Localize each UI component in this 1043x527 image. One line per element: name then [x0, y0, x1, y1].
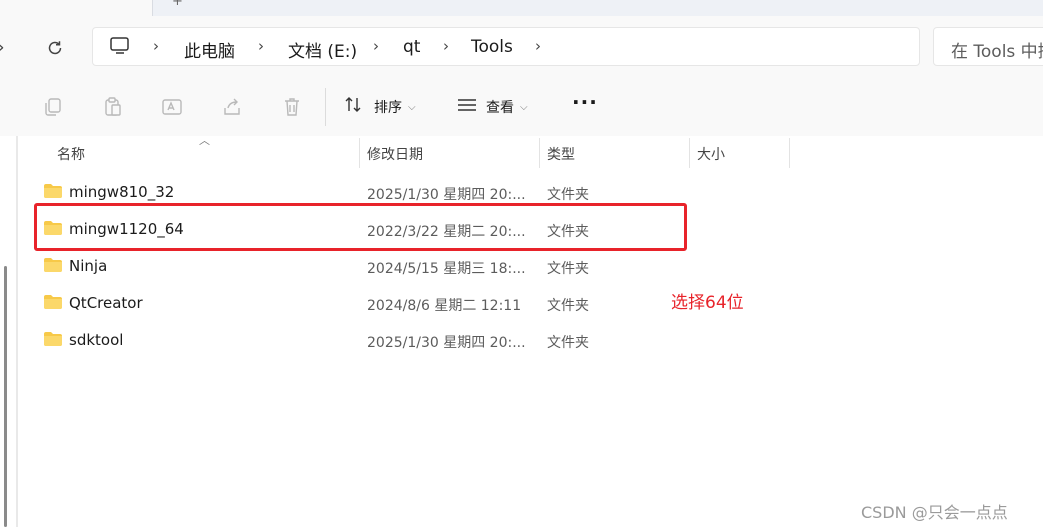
sort-label: 排序 — [374, 100, 402, 116]
chevron-right-icon[interactable]: › — [443, 37, 449, 55]
column-divider[interactable] — [539, 138, 540, 168]
chevron-right-icon[interactable]: › — [373, 37, 379, 55]
column-divider[interactable] — [359, 138, 360, 168]
chevron-down-icon: ⌵ — [520, 101, 528, 113]
tab-strip: + — [0, 0, 1043, 16]
file-modified: 2024/8/6 星期二 12:11 — [367, 298, 522, 314]
share-icon[interactable] — [221, 96, 243, 118]
file-modified: 2025/1/30 星期四 20:... — [367, 187, 526, 203]
breadcrumb-this-pc[interactable]: 此电脑 — [184, 37, 235, 62]
breadcrumb-qt[interactable]: qt — [403, 37, 420, 57]
folder-icon — [44, 332, 62, 346]
column-header-name[interactable]: 名称 — [57, 144, 85, 164]
view-icon — [456, 95, 478, 119]
file-type: 文件夹 — [547, 298, 589, 314]
column-header-modified[interactable]: 修改日期 — [367, 144, 423, 164]
file-name: mingw810_32 — [69, 183, 175, 201]
command-bar: 排序 ⌵ 查看 ⌵ ··· — [0, 78, 1043, 137]
active-tab[interactable] — [0, 0, 153, 16]
breadcrumb[interactable]: › 此电脑 › 文档 (E:) › qt › Tools › — [92, 27, 920, 66]
column-divider[interactable] — [789, 138, 790, 168]
folder-icon — [44, 258, 62, 272]
annotation-text: 选择64位 — [671, 293, 744, 313]
list-item[interactable]: Ninja 2024/5/15 星期三 18:... 文件夹 — [30, 248, 790, 285]
paste-icon[interactable] — [102, 96, 124, 118]
this-pc-icon[interactable] — [109, 36, 131, 61]
refresh-icon[interactable] — [45, 38, 65, 58]
file-type: 文件夹 — [547, 261, 589, 277]
file-type: 文件夹 — [547, 335, 589, 351]
chevron-down-icon: ⌵ — [408, 101, 416, 113]
navigation-pane-border — [16, 136, 18, 527]
sort-icon — [344, 95, 366, 119]
file-type: 文件夹 — [547, 187, 589, 203]
file-name: QtCreator — [69, 294, 143, 312]
more-options-icon[interactable]: ··· — [572, 90, 598, 114]
new-tab-icon[interactable]: + — [172, 0, 183, 9]
folder-icon — [44, 295, 62, 309]
delete-icon[interactable] — [281, 96, 303, 118]
view-button[interactable]: 查看 ⌵ — [456, 96, 528, 118]
sort-ascending-icon: ︿ — [199, 134, 210, 147]
sort-button[interactable]: 排序 ⌵ — [344, 96, 416, 118]
cut-icon[interactable] — [0, 96, 10, 118]
chevron-right-icon[interactable]: › — [535, 37, 541, 55]
search-input[interactable]: 在 Tools 中搜 — [933, 27, 1043, 66]
column-divider[interactable] — [689, 138, 690, 168]
rename-icon[interactable] — [161, 96, 183, 118]
navigation-scrollbar[interactable] — [4, 266, 7, 527]
file-modified: 2024/5/15 星期三 18:... — [367, 261, 526, 277]
breadcrumb-drive-e[interactable]: 文档 (E:) — [288, 37, 357, 62]
column-header-type[interactable]: 类型 — [547, 144, 575, 164]
breadcrumb-tools[interactable]: Tools — [471, 37, 513, 57]
list-item[interactable]: sdktool 2025/1/30 星期四 20:... 文件夹 — [30, 322, 790, 359]
folder-icon — [44, 184, 62, 198]
chevron-right-icon[interactable]: › — [153, 37, 159, 55]
view-label: 查看 — [486, 100, 514, 116]
highlight-box — [34, 203, 687, 251]
toolbar-divider — [325, 88, 326, 126]
watermark: CSDN @只会一点点 — [861, 503, 1008, 522]
forward-icon[interactable]: › — [0, 38, 11, 58]
chevron-right-icon[interactable]: › — [258, 37, 264, 55]
file-modified: 2025/1/30 星期四 20:... — [367, 335, 526, 351]
file-name: Ninja — [69, 257, 108, 275]
file-name: sdktool — [69, 331, 124, 349]
column-header-size[interactable]: 大小 — [697, 144, 725, 164]
copy-icon[interactable] — [42, 96, 64, 118]
